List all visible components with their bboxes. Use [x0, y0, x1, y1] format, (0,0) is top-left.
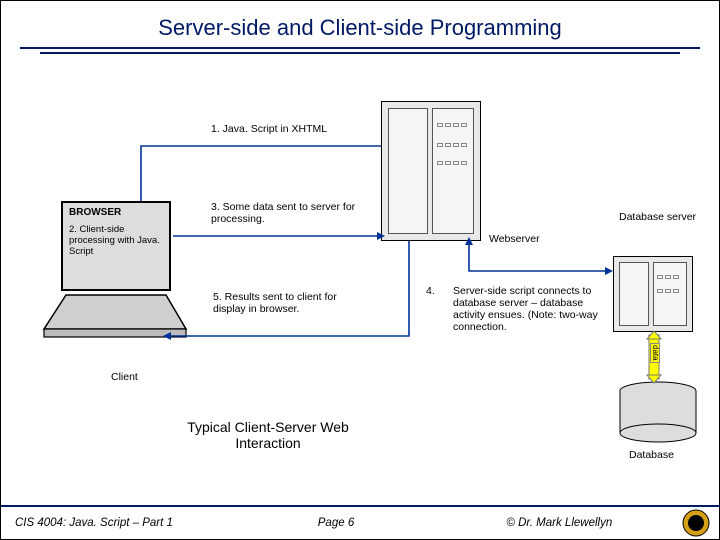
- slide-footer: CIS 4004: Java. Script – Part 1 Page 6 ©…: [1, 505, 720, 539]
- footer-page: Page 6: [224, 517, 447, 529]
- data-label: data: [650, 343, 660, 363]
- slide: Server-side and Client-side Programming …: [0, 0, 720, 540]
- arrow-data: [1, 81, 720, 461]
- title-rule-2: [40, 52, 680, 54]
- diagram-caption: Typical Client-Server Web Interaction: [163, 419, 373, 451]
- diagram-area: 1. Java. Script in XHTML Webserver: [1, 81, 720, 461]
- footer-course: CIS 4004: Java. Script – Part 1: [1, 517, 224, 529]
- footer-author: © Dr. Mark Llewellyn: [448, 517, 671, 529]
- title-rule-1: [20, 47, 700, 49]
- slide-title: Server-side and Client-side Programming: [1, 1, 719, 47]
- ucf-logo-icon: [671, 508, 720, 538]
